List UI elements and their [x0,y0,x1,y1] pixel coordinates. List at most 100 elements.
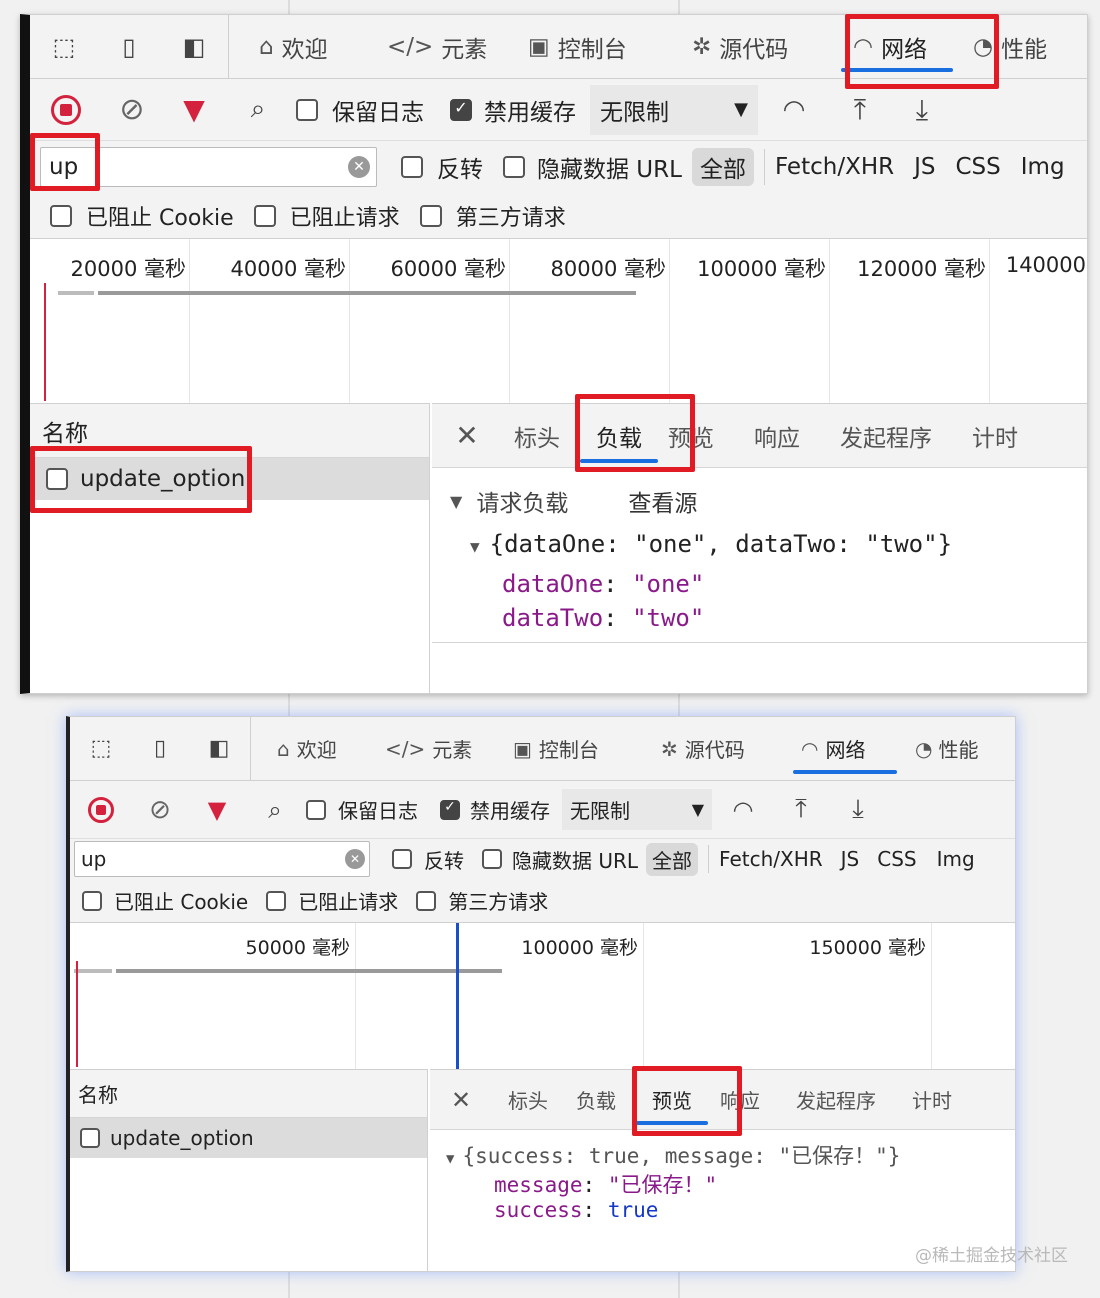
detail-tab-headers[interactable]: 标头 [502,404,572,467]
name-column-header[interactable]: 名称 [30,404,429,458]
tab-network[interactable]: ◠ 网络 [785,717,905,780]
detail-tab-headers[interactable]: 标头 [492,1070,564,1129]
inspect-icon[interactable]: ⬚ [70,736,132,761]
export-har-icon[interactable]: ⤓ [828,794,888,825]
blocked-cookies-checkbox[interactable] [50,204,72,227]
network-conditions-icon[interactable]: ◠ [758,95,830,125]
payload-summary[interactable]: ▼ {dataOne: "one", dataTwo: "two"} [470,530,952,558]
disable-cache-checkbox[interactable] [440,799,460,820]
view-source-link[interactable]: 查看源 [628,484,697,518]
close-icon[interactable]: ✕ [430,1086,492,1114]
tab-label: 性能 [1001,36,1048,63]
chevron-down-icon: ▼ [691,800,704,819]
separator [763,149,765,185]
tab-welcome[interactable]: ⌂ 欢迎 [251,717,367,780]
detail-tab-payload[interactable]: 负载 [572,404,666,467]
preview-summary[interactable]: ▼ {success: true, message: "已保存！"} [446,1140,900,1170]
request-row[interactable]: update_option [70,1118,427,1158]
type-filter-img[interactable]: Img [937,847,975,871]
clear-filter-icon[interactable]: ✕ [345,849,365,869]
tab-sources[interactable]: ✲ 源代码 [651,717,785,780]
preserve-log-checkbox[interactable] [296,98,318,121]
clear-icon[interactable]: ⊘ [102,92,162,127]
wifi-icon: ◠ [853,33,874,60]
collapse-triangle-icon: ▼ [450,491,463,511]
network-overview-timeline[interactable]: 50000 毫秒 100000 毫秒 150000 毫秒 [70,923,1015,1069]
type-filter-img[interactable]: Img [1021,154,1065,180]
filter-icon[interactable]: ▼ [188,796,246,824]
throttling-select[interactable]: 无限制 ▼ [590,84,758,135]
device-toolbar-icon[interactable]: ▯ [132,736,188,761]
type-filter-fetch-xhr[interactable]: Fetch/XHR [719,847,823,871]
import-har-icon[interactable]: ⤒ [774,794,828,825]
tab-console[interactable]: ▣ 控制台 [501,717,651,780]
request-row[interactable]: update_option [30,458,429,500]
tab-label: 源代码 [719,36,789,63]
hide-data-urls-checkbox[interactable] [503,156,525,178]
filter-input[interactable]: up ✕ [74,841,370,877]
preserve-log-checkbox[interactable] [306,799,326,820]
dock-icon[interactable]: ◧ [188,736,250,761]
detail-tab-initiator[interactable]: 发起程序 [778,1070,894,1129]
detail-tab-preview[interactable]: 预览 [666,404,734,467]
tab-sources[interactable]: ✲ 源代码 [678,15,833,78]
type-filter-js[interactable]: JS [841,847,860,871]
detail-tab-response[interactable]: 响应 [716,1070,778,1129]
third-party-checkbox[interactable] [419,204,442,227]
hide-data-urls-checkbox[interactable] [482,849,502,869]
clear-filter-icon[interactable]: ✕ [348,156,370,178]
type-filter-fetch-xhr[interactable]: Fetch/XHR [775,154,894,180]
blocked-requests-checkbox[interactable] [266,890,287,911]
name-column-header[interactable]: 名称 [70,1070,427,1118]
blocked-cookies-checkbox[interactable] [82,890,102,911]
close-icon[interactable]: ✕ [432,419,502,452]
detail-tab-preview[interactable]: 预览 [628,1070,716,1129]
payload-section-header[interactable]: ▼ 请求负载 查看源 [450,484,697,518]
invert-checkbox[interactable] [401,156,423,178]
type-filter-css[interactable]: CSS [956,154,1001,180]
tab-welcome[interactable]: ⌂ 欢迎 [229,15,365,78]
record-stop-icon[interactable] [30,94,102,125]
invert-label: 反转 [437,157,483,183]
detail-tab-timing[interactable]: 计时 [894,1070,970,1129]
search-icon[interactable]: ⌕ [246,796,304,824]
request-row-checkbox[interactable] [46,468,68,490]
type-filter-js[interactable]: JS [914,154,935,180]
request-name-pane: 名称 update_option [30,403,430,693]
tab-elements[interactable]: </> 元素 [367,717,501,780]
import-har-icon[interactable]: ⤒ [830,93,890,127]
tab-performance[interactable]: ◔ 性能 [961,15,1061,78]
filter-input[interactable]: up ✕ [40,147,377,187]
dock-icon[interactable]: ◧ [160,33,228,61]
third-party-checkbox[interactable] [416,890,437,911]
tab-network[interactable]: ◠ 网络 [833,15,961,78]
blocked-requests-checkbox[interactable] [253,204,276,227]
network-overview-timeline[interactable]: 20000 毫秒 40000 毫秒 60000 毫秒 80000 毫秒 1000… [30,239,1087,403]
tab-console[interactable]: ▣ 控制台 [510,15,678,78]
search-icon[interactable]: ⌕ [226,94,290,125]
blocked-cookies-label: 已阻止 Cookie [86,205,234,231]
type-filter-all[interactable]: 全部 [646,842,699,876]
tab-elements[interactable]: </> 元素 [365,15,510,78]
detail-tab-response[interactable]: 响应 [734,404,820,467]
clear-icon[interactable]: ⊘ [132,795,188,825]
filter-icon[interactable]: ▼ [162,93,226,126]
request-row-checkbox[interactable] [80,1128,100,1148]
type-filter-all[interactable]: 全部 [691,148,754,186]
detail-tab-bar: ✕ 标头 负载 预览 响应 发起程序 计时 [432,404,1087,468]
detail-tab-payload[interactable]: 负载 [564,1070,628,1129]
throttling-select[interactable]: 无限制 ▼ [562,789,712,830]
type-filter-css[interactable]: CSS [877,847,916,871]
detail-tab-timing[interactable]: 计时 [952,404,1038,467]
disable-cache-checkbox[interactable] [450,98,472,121]
network-conditions-icon[interactable]: ◠ [712,796,774,824]
export-har-icon[interactable]: ⤓ [890,93,954,127]
inspect-icon[interactable]: ⬚ [30,33,98,61]
tab-performance[interactable]: ◔ 性能 [905,717,995,780]
timeline-request-bar [116,969,502,973]
detail-tab-initiator[interactable]: 发起程序 [820,404,952,467]
device-toolbar-icon[interactable]: ▯ [98,33,160,61]
invert-checkbox[interactable] [392,849,412,869]
record-stop-icon[interactable] [70,796,132,823]
payload-field: dataOne: "one" [502,570,705,598]
